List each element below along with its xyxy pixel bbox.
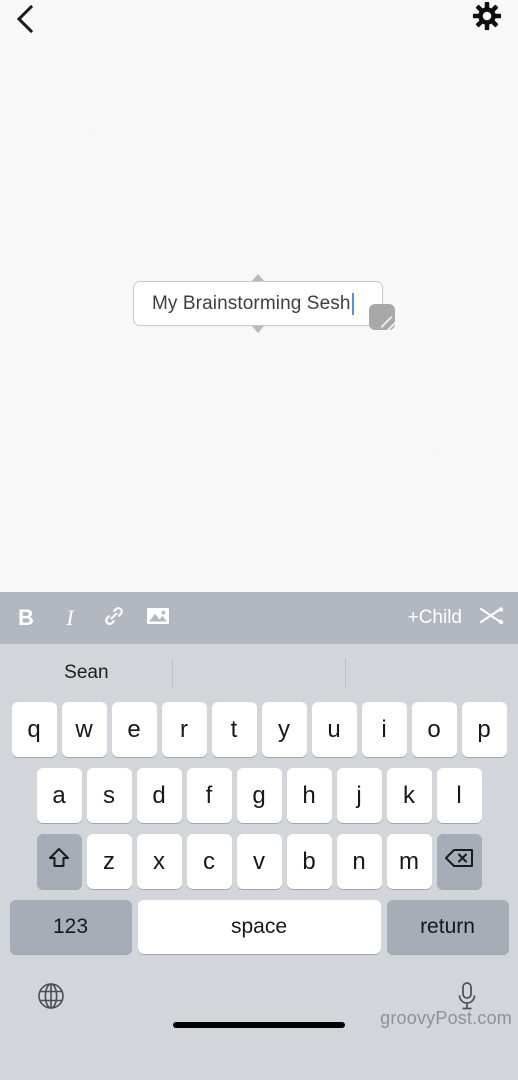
- key-s[interactable]: s: [86, 768, 132, 823]
- keyboard-row-3: z x c v b n m: [0, 834, 518, 889]
- shift-key[interactable]: [36, 834, 82, 889]
- key-y[interactable]: y: [261, 702, 307, 757]
- watermark-label: groovyPost.com: [380, 1008, 512, 1028]
- backspace-key[interactable]: [436, 834, 482, 889]
- node-text-value: My Brainstorming Sesh: [152, 292, 351, 314]
- key-u[interactable]: u: [311, 702, 357, 757]
- prediction-slot-1[interactable]: Sean: [0, 644, 173, 702]
- prediction-slot-2[interactable]: [173, 644, 346, 702]
- key-k[interactable]: k: [386, 768, 432, 823]
- link-icon: [102, 604, 126, 633]
- key-m[interactable]: m: [386, 834, 432, 889]
- chevron-left-icon: [15, 4, 35, 34]
- prediction-slot-3[interactable]: [345, 644, 518, 702]
- node-text-field[interactable]: My Brainstorming Sesh: [133, 281, 383, 326]
- key-x[interactable]: x: [136, 834, 182, 889]
- triangle-up-icon: [252, 274, 264, 281]
- keyboard-row-4: 123 space return: [0, 900, 518, 954]
- prediction-divider-2: [345, 658, 346, 688]
- keyboard-bottom-row: groovyPost.com: [0, 965, 518, 1031]
- key-q[interactable]: q: [11, 702, 57, 757]
- back-button[interactable]: [8, 2, 42, 36]
- key-z[interactable]: z: [86, 834, 132, 889]
- prediction-divider-1: [172, 658, 173, 688]
- key-h[interactable]: h: [286, 768, 332, 823]
- home-indicator[interactable]: [173, 1022, 345, 1028]
- key-d[interactable]: d: [136, 768, 182, 823]
- top-bar: [0, 0, 518, 46]
- key-w[interactable]: w: [61, 702, 107, 757]
- key-p[interactable]: p: [461, 702, 507, 757]
- mindmap-node[interactable]: My Brainstorming Sesh: [133, 274, 395, 333]
- add-child-button[interactable]: +Child: [408, 607, 462, 629]
- numeric-key[interactable]: 123: [9, 900, 132, 954]
- image-icon: [146, 605, 170, 632]
- key-j[interactable]: j: [336, 768, 382, 823]
- triangle-down-icon: [252, 326, 264, 333]
- scissors-icon: [478, 605, 504, 632]
- globe-icon: [35, 980, 67, 1017]
- backspace-delete-icon: [443, 846, 475, 877]
- key-f[interactable]: f: [186, 768, 232, 823]
- settings-button[interactable]: [470, 1, 504, 35]
- key-t[interactable]: t: [211, 702, 257, 757]
- key-a[interactable]: a: [36, 768, 82, 823]
- key-o[interactable]: o: [411, 702, 457, 757]
- insert-image-button[interactable]: [146, 603, 170, 633]
- keyboard-row-2: a s d f g h j k l: [0, 768, 518, 823]
- key-l[interactable]: l: [436, 768, 482, 823]
- predictive-text-bar: Sean: [0, 644, 518, 702]
- key-i[interactable]: i: [361, 702, 407, 757]
- globe-key[interactable]: [34, 981, 68, 1015]
- key-n[interactable]: n: [336, 834, 382, 889]
- key-r[interactable]: r: [161, 702, 207, 757]
- key-e[interactable]: e: [111, 702, 157, 757]
- mindmap-canvas[interactable]: My Brainstorming Sesh: [0, 0, 518, 592]
- resize-grip-icon[interactable]: [369, 304, 395, 330]
- key-v[interactable]: v: [236, 834, 282, 889]
- link-button[interactable]: [102, 603, 126, 633]
- space-key[interactable]: space: [137, 900, 381, 954]
- on-screen-keyboard: Sean q w e r t y u i o p a s d f g h j k: [0, 644, 518, 1080]
- gear-icon: [472, 1, 502, 36]
- italic-button[interactable]: I: [58, 603, 82, 633]
- app-root: My Brainstorming Sesh B I +Child Sean q …: [0, 0, 518, 1080]
- return-key[interactable]: return: [386, 900, 509, 954]
- shift-arrow-icon: [45, 844, 73, 879]
- cut-button[interactable]: [478, 603, 504, 633]
- keyboard-row-1: q w e r t y u i o p: [0, 702, 518, 757]
- key-c[interactable]: c: [186, 834, 232, 889]
- bold-button[interactable]: B: [14, 603, 38, 633]
- key-g[interactable]: g: [236, 768, 282, 823]
- format-toolbar: B I +Child: [0, 592, 518, 644]
- key-b[interactable]: b: [286, 834, 332, 889]
- text-caret: [351, 292, 354, 315]
